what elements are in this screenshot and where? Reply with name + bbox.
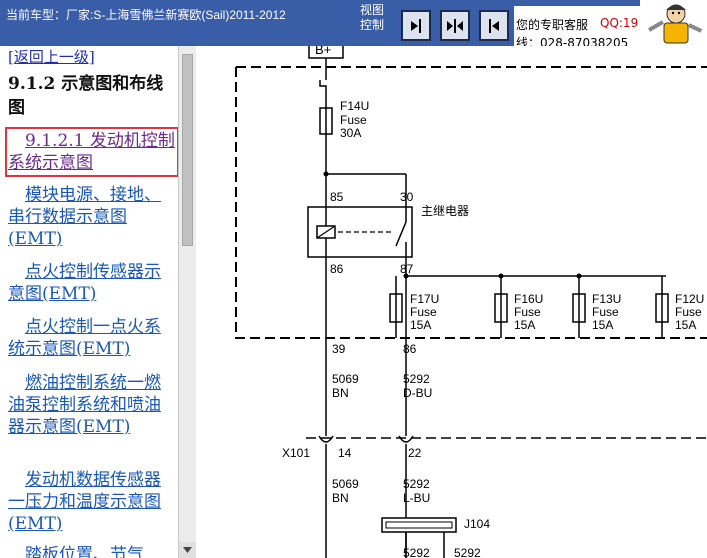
fuse-id: F13U: [592, 292, 621, 306]
scrollbar-thumb[interactable]: [182, 54, 193, 246]
wiring-diagram-svg: B+ F14U Fuse 30A 85 30 86 87 主继电器: [235, 46, 707, 558]
wire-color: BN: [332, 491, 349, 505]
scroll-down-button[interactable]: [179, 542, 196, 558]
relay-pin-30: 30: [400, 190, 414, 204]
fuse-type: Fuse: [592, 305, 619, 319]
fuse-id: F17U: [410, 292, 439, 306]
sidebar-item-engine-data-sensor-schematic[interactable]: 发动机数据传感器一压力和温度示意图(EMT): [8, 469, 176, 535]
arrow-left-bar-icon: [489, 18, 499, 33]
view-control-label: 视图控制: [360, 3, 385, 32]
splice-id: J104: [464, 517, 490, 531]
sidebar: [返回上一级] 9.1.2 示意图和布线图 9.1.2.1 发动机控制系统示意图…: [0, 46, 196, 558]
connector-pin-22: 22: [408, 446, 422, 460]
phone-label: 线：028-87038205: [516, 36, 629, 46]
wire-color: BN: [332, 386, 349, 400]
previous-page-button[interactable]: [479, 10, 509, 41]
sidebar-item-fuel-control-schematic[interactable]: 燃油控制系统一燃油泵控制系统和喷油器示意图(EMT): [8, 372, 176, 438]
vehicle-model-label: 当前车型：厂家:S-上海雪佛兰新赛欧(Sail)2011-2012: [6, 8, 286, 22]
relay-pin-85: 85: [330, 190, 344, 204]
main-fuse-id: F14U: [340, 99, 369, 113]
fuse-f12u: F12U Fuse 15A: [655, 276, 704, 338]
wire-circuit: 5292: [403, 477, 430, 491]
main-fuse-type: Fuse: [340, 113, 367, 127]
chevron-down-icon: [183, 547, 192, 553]
fuse-f16u: F16U Fuse 15A: [494, 276, 543, 338]
wire-circuit: 5069: [332, 477, 359, 491]
fit-view-button[interactable]: [440, 10, 470, 41]
sidebar-item-ignition-sensor-schematic[interactable]: 点火控制传感器示意图(EMT): [8, 261, 176, 305]
qq-link[interactable]: QQ:19: [600, 16, 638, 30]
sidebar-scrollbar[interactable]: [178, 46, 196, 558]
output-pin-39: 39: [332, 342, 346, 356]
fuse-id: F16U: [514, 292, 543, 306]
fuse-f17u: F17U Fuse 15A: [389, 276, 439, 338]
connector-id: X101: [282, 446, 310, 460]
fuse-rating: 15A: [514, 318, 535, 332]
fuse-type: Fuse: [675, 305, 702, 319]
fuse-f13u: F13U Fuse 15A: [572, 276, 621, 338]
fuse-rating: 15A: [675, 318, 696, 332]
wire-color: L-BU: [403, 491, 430, 505]
sidebar-item-pedal-position[interactable]: 踏板位置、节气: [8, 544, 176, 558]
fuse-rating: 15A: [592, 318, 613, 332]
section-title: 9.1.2 示意图和布线图: [8, 74, 164, 118]
customer-service-box: 您的专职客服 QQ:19 线：028-87038205: [514, 6, 640, 46]
next-page-button[interactable]: [401, 10, 431, 41]
advisor-label: 您的专职客服: [516, 18, 589, 32]
wire-color: D-BU: [403, 386, 432, 400]
output-pin-86: 86: [403, 342, 417, 356]
fuse-block-outline: [235, 66, 707, 339]
arrows-inward-icon: [447, 18, 463, 33]
fuse-rating: 15A: [410, 318, 431, 332]
connector-pin-14: 14: [338, 446, 352, 460]
main-fuse-rating: 30A: [340, 126, 361, 140]
splice-circuit: 5292: [454, 546, 481, 558]
wire-circuit: 5069: [332, 372, 359, 386]
back-link[interactable]: [返回上一级]: [8, 46, 95, 67]
battery-label: B+: [315, 46, 331, 57]
sidebar-item-engine-control-schematic[interactable]: 9.1.2.1 发动机控制系统示意图: [5, 127, 179, 177]
fuse-type: Fuse: [514, 305, 541, 319]
top-bar: 当前车型：厂家:S-上海雪佛兰新赛欧(Sail)2011-2012 视图控制 您…: [0, 0, 707, 46]
fuse-id: F12U: [675, 292, 704, 306]
sidebar-item-ignition-system-schematic[interactable]: 点火控制一点火系统示意图(EMT): [8, 316, 176, 360]
sidebar-item-module-power-schematic[interactable]: 模块电源、接地、串行数据示意图(EMT): [8, 184, 176, 250]
fuse-type: Fuse: [410, 305, 437, 319]
wiring-diagram: B+ F14U Fuse 30A 85 30 86 87 主继电器: [196, 46, 707, 558]
arrow-right-bar-icon: [411, 18, 421, 33]
mechanic-mascot-icon: [640, 0, 707, 46]
relay-label: 主继电器: [421, 204, 469, 218]
relay-pin-86: 86: [330, 262, 344, 276]
splice-circuit: 5292: [403, 546, 430, 558]
wire-circuit: 5292: [403, 372, 430, 386]
